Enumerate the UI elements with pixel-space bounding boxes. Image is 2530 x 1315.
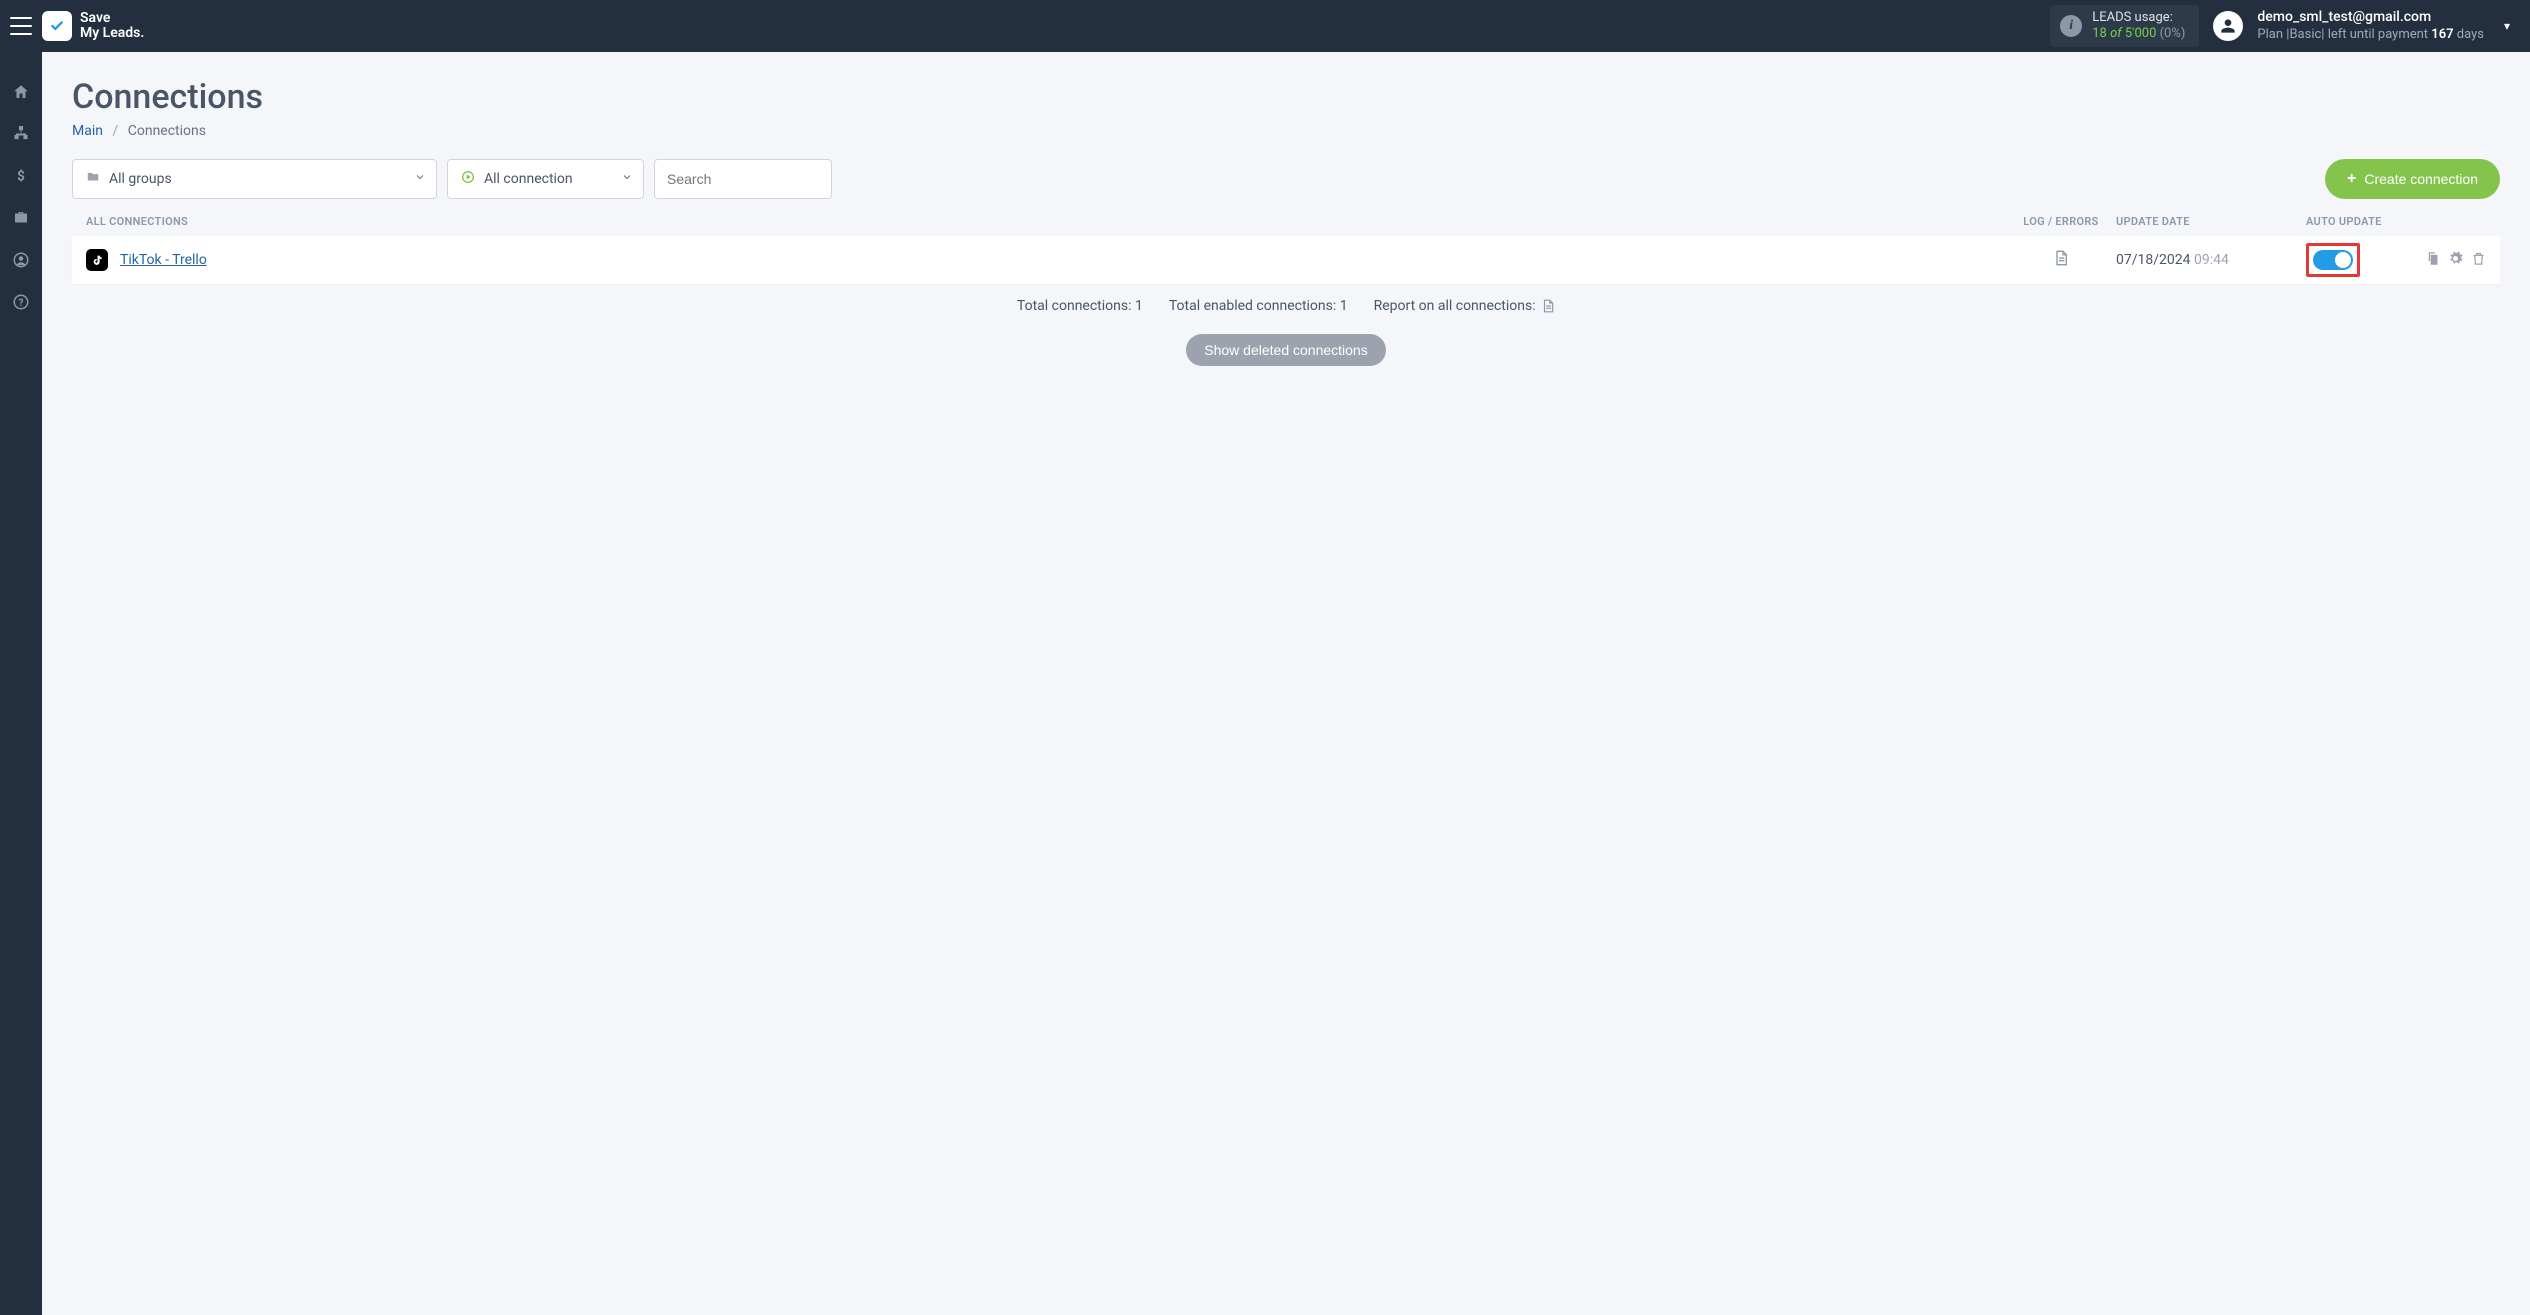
time-value: 09:44 (2194, 252, 2229, 268)
svg-text:?: ? (19, 298, 24, 309)
svg-text:$: $ (17, 169, 25, 185)
enabled-connections: Total enabled connections: 1 (1169, 298, 1348, 314)
sitemap-icon[interactable] (11, 124, 31, 144)
total-connections: Total connections: 1 (1017, 298, 1143, 314)
table-row: TikTok - Trello 07/18/2024 09:44 (72, 236, 2500, 284)
user-email: demo_sml_test@gmail.com (2257, 9, 2484, 27)
th-log: LOG / ERRORS (2006, 215, 2116, 228)
show-deleted-button[interactable]: Show deleted connections (1186, 334, 1385, 366)
total-val: 1 (1135, 298, 1143, 314)
copy-icon[interactable] (2425, 251, 2440, 270)
filters-row: All groups All connection + Create conne… (72, 159, 2500, 199)
brand-line1: Save (80, 11, 144, 26)
info-icon: i (2060, 15, 2082, 37)
briefcase-icon[interactable] (11, 208, 31, 228)
groups-select[interactable]: All groups (72, 159, 437, 199)
status-select-label: All connection (484, 171, 573, 187)
main-content: Connections Main / Connections All group… (42, 52, 2530, 1315)
th-name: ALL CONNECTIONS (86, 215, 2006, 228)
chevron-down-icon[interactable]: ▾ (2504, 19, 2510, 33)
plan-name: Basic (2289, 27, 2321, 42)
topbar: Save My Leads. i LEADS usage: 18 of 5'00… (0, 0, 2530, 52)
leads-usage-text: LEADS usage: 18 of 5'000 (0%) (2092, 10, 2185, 43)
breadcrumb-current: Connections (128, 123, 206, 139)
leads-of: of (2110, 26, 2122, 41)
date-value: 07/18/2024 (2116, 252, 2191, 268)
home-icon[interactable] (11, 82, 31, 102)
search-box[interactable] (654, 159, 832, 199)
row-log (2006, 249, 2116, 271)
document-icon[interactable] (1541, 298, 1555, 314)
folder-icon (85, 170, 101, 188)
toggle-highlight (2306, 243, 2360, 277)
row-date: 07/18/2024 09:44 (2116, 252, 2296, 268)
leads-label: LEADS usage: (2092, 10, 2185, 26)
table-header: ALL CONNECTIONS LOG / ERRORS UPDATE DATE… (72, 215, 2500, 228)
plan-suffix: days (2454, 27, 2484, 42)
user-circle-icon[interactable] (11, 250, 31, 270)
breadcrumb-main[interactable]: Main (72, 123, 103, 139)
plan-mid: | left until payment (2321, 27, 2431, 42)
row-auto (2296, 243, 2406, 277)
leads-used: 18 (2092, 26, 2107, 41)
trash-icon[interactable] (2471, 251, 2486, 270)
user-avatar-icon[interactable] (2213, 11, 2243, 41)
enabled-label: Total enabled connections: (1169, 298, 1340, 314)
enabled-val: 1 (1340, 298, 1348, 314)
leads-usage-badge[interactable]: i LEADS usage: 18 of 5'000 (0%) (2050, 5, 2199, 48)
chevron-down-icon (621, 171, 633, 187)
sidebar: $ ? (0, 52, 42, 1315)
summary-row: Total connections: 1 Total enabled conne… (72, 298, 2500, 314)
row-actions (2406, 251, 2486, 270)
chevron-down-icon (414, 171, 426, 187)
leads-total: 5'000 (2125, 26, 2157, 41)
gear-icon[interactable] (2448, 251, 2463, 270)
auto-update-toggle[interactable] (2313, 250, 2353, 270)
play-circle-icon (460, 169, 476, 189)
search-input[interactable] (667, 171, 819, 187)
plus-icon: + (2347, 170, 2356, 188)
brand-name: Save My Leads. (80, 11, 144, 42)
user-plan: Plan |Basic| left until payment 167 days (2257, 27, 2484, 43)
help-icon[interactable]: ? (11, 292, 31, 312)
page-title: Connections (72, 77, 2500, 117)
connection-name[interactable]: TikTok - Trello (120, 252, 2006, 268)
tiktok-icon (86, 249, 108, 271)
th-update: UPDATE DATE (2116, 215, 2296, 228)
dollar-icon[interactable]: $ (11, 166, 31, 186)
create-connection-button[interactable]: + Create connection (2325, 159, 2500, 199)
leads-pct: (0%) (2160, 26, 2186, 41)
report-label: Report on all connections: (1374, 298, 1539, 314)
total-label: Total connections: (1017, 298, 1135, 314)
app-logo[interactable] (42, 11, 72, 41)
document-icon[interactable] (2053, 249, 2069, 271)
report-connections: Report on all connections: (1374, 298, 1555, 314)
brand-line2: My Leads. (80, 26, 144, 41)
plan-prefix: Plan | (2257, 27, 2289, 42)
status-select[interactable]: All connection (447, 159, 644, 199)
groups-select-label: All groups (109, 171, 172, 187)
th-auto: AUTO UPDATE (2296, 215, 2486, 228)
plan-days: 167 (2431, 27, 2453, 42)
create-button-label: Create connection (2364, 171, 2478, 187)
breadcrumb: Main / Connections (72, 123, 2500, 139)
hamburger-icon[interactable] (10, 17, 32, 35)
breadcrumb-sep: / (112, 123, 118, 139)
user-info[interactable]: demo_sml_test@gmail.com Plan |Basic| lef… (2257, 9, 2484, 43)
